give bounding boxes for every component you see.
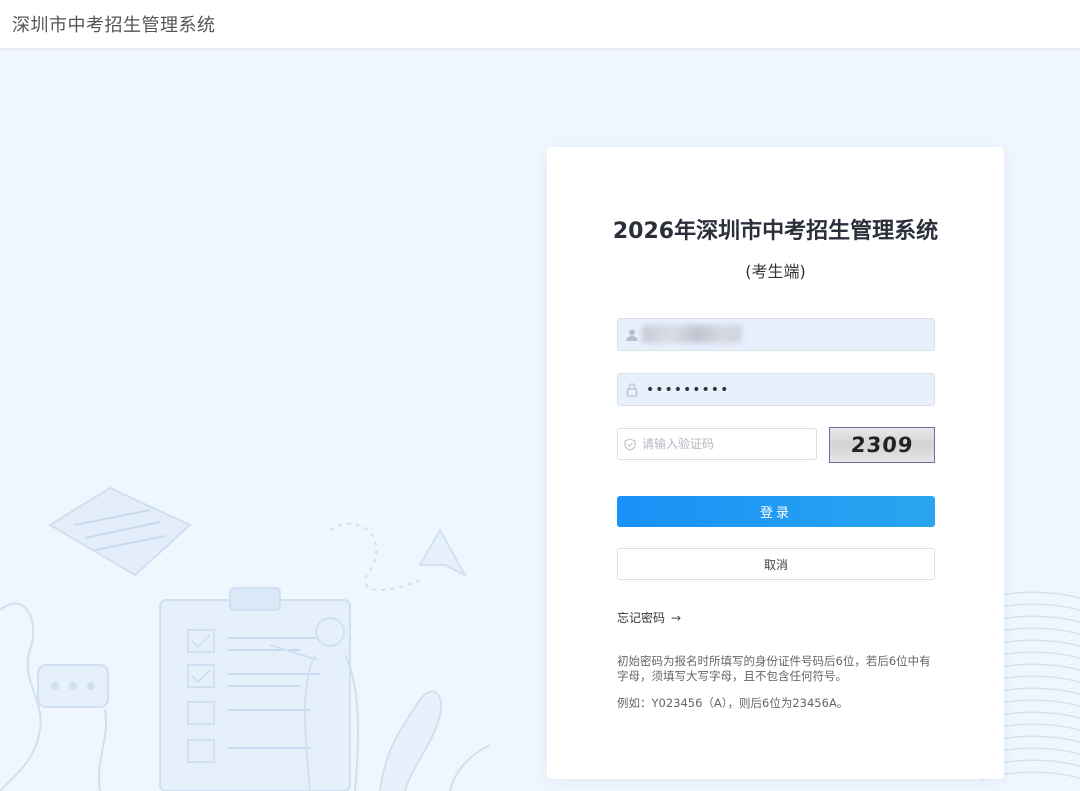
password-example-note: 例如：Y023456（A），则后6位为23456A。 xyxy=(617,696,849,710)
username-field[interactable] xyxy=(617,318,935,351)
login-title: 2026年深圳市中考招生管理系统 xyxy=(612,219,939,244)
redacted-username xyxy=(642,325,742,343)
password-field[interactable] xyxy=(617,373,935,406)
header-title: 深圳市中考招生管理系统 xyxy=(12,15,216,36)
lock-icon xyxy=(618,374,646,405)
top-header: 深圳市中考招生管理系统 xyxy=(0,0,1080,48)
captcha-code: 2309 xyxy=(849,433,915,457)
login-subtitle: (考生端) xyxy=(745,262,806,281)
forgot-password-link[interactable]: 忘记密码 → xyxy=(617,609,681,626)
shield-icon xyxy=(618,429,642,459)
initial-password-note: 初始密码为报名时所填写的身份证件号码后6位，若后6位中有字母，须填写大写字母，且… xyxy=(617,654,931,683)
password-input[interactable] xyxy=(646,374,926,405)
captcha-field[interactable] xyxy=(617,428,817,460)
forgot-password-label: 忘记密码 xyxy=(617,611,666,625)
captcha-image[interactable]: 2309 xyxy=(829,427,935,463)
cancel-button[interactable]: 取消 xyxy=(617,548,935,580)
arrow-right-icon: → xyxy=(671,610,682,625)
login-button[interactable]: 登录 xyxy=(617,496,935,527)
captcha-input[interactable] xyxy=(642,429,812,459)
login-card: 2026年深圳市中考招生管理系统 (考生端) ••••••••• 请输入验证码 … xyxy=(547,147,1004,779)
background-illustration xyxy=(0,486,491,791)
